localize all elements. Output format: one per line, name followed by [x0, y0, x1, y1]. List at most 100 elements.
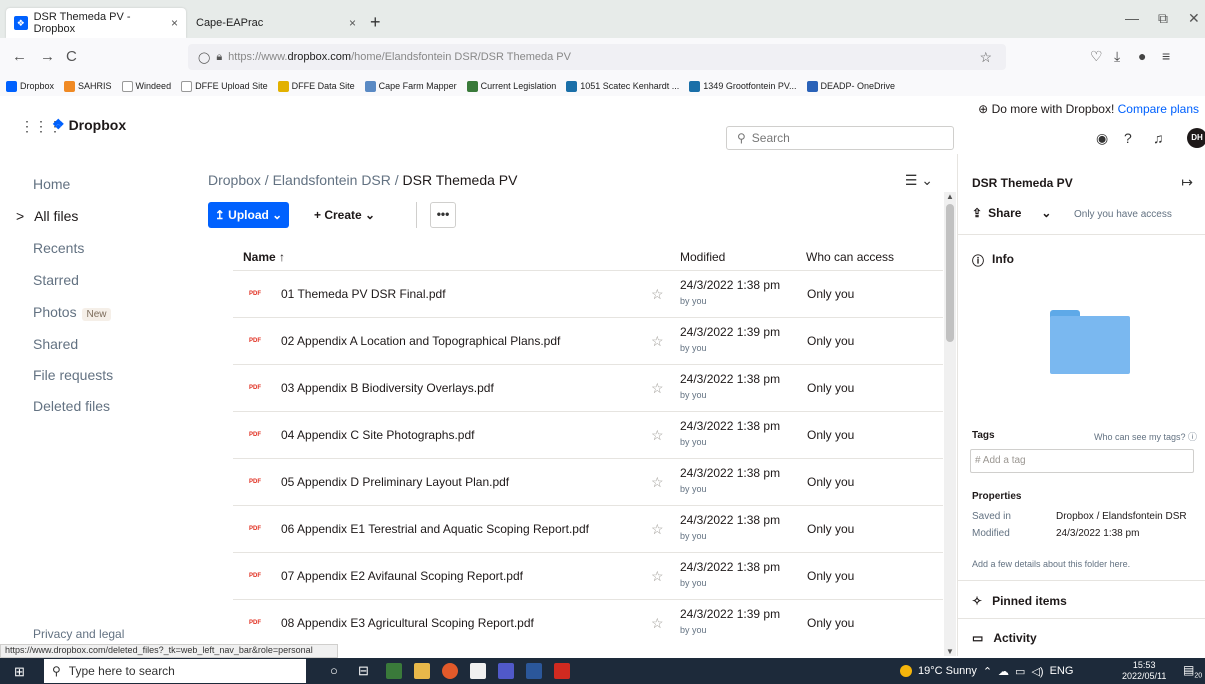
tray-expand-icon[interactable]: ⌃: [983, 665, 992, 678]
search-input[interactable]: ⚲ Search: [726, 126, 954, 150]
breadcrumb-path[interactable]: Dropbox / Elandsfontein DSR /: [208, 172, 403, 188]
file-row[interactable]: PDF 05 Appendix D Preliminary Layout Plan…: [233, 458, 943, 505]
star-icon[interactable]: ☆: [651, 474, 664, 491]
file-name[interactable]: 06 Appendix E1 Terestrial and Aquatic Sc…: [281, 522, 589, 536]
scroll-up-icon[interactable]: ▲: [946, 192, 954, 201]
star-icon[interactable]: ☆: [651, 380, 664, 397]
pocket-icon[interactable]: ♡: [1090, 48, 1103, 65]
pinned-items-section[interactable]: ✧ Pinned items: [972, 594, 1067, 608]
acrobat-icon[interactable]: [554, 663, 570, 679]
view-options-icon[interactable]: ☰ ⌄: [905, 172, 933, 189]
firefox-icon[interactable]: [442, 663, 458, 679]
dropbox-logo[interactable]: ❖ Dropbox: [52, 116, 126, 133]
compare-plans-link[interactable]: Compare plans: [1118, 102, 1199, 116]
file-name[interactable]: 03 Appendix B Biodiversity Overlays.pdf: [281, 381, 494, 395]
sidebar-item-recents[interactable]: Recents: [33, 240, 84, 256]
bookmark-item[interactable]: Dropbox: [6, 80, 54, 92]
help-icon[interactable]: ?: [1124, 130, 1132, 146]
star-icon[interactable]: ☆: [651, 615, 664, 632]
maps-app-icon[interactable]: [386, 663, 402, 679]
bookmark-item[interactable]: DFFE Data Site: [277, 80, 355, 92]
cortana-icon[interactable]: ○: [330, 663, 338, 678]
file-row[interactable]: PDF 07 Appendix E2 Avifaunal Scoping Repo…: [233, 552, 943, 599]
sidebar-item-photos[interactable]: Photos New: [33, 304, 111, 321]
bookmark-item[interactable]: Cape Farm Mapper: [364, 80, 457, 92]
clock[interactable]: 15:53 2022/05/11: [1122, 660, 1166, 682]
scroll-down-icon[interactable]: ▼: [946, 647, 954, 656]
more-options-button[interactable]: •••: [430, 202, 456, 228]
upload-button[interactable]: ↥ Upload ⌄: [208, 202, 289, 228]
new-tab-button[interactable]: +: [370, 12, 381, 33]
bookmark-item[interactable]: 1051 Scatec Kenhardt ...: [566, 80, 679, 92]
notifications-icon[interactable]: ▤20: [1183, 663, 1202, 679]
add-tag-input[interactable]: # Add a tag: [970, 449, 1194, 473]
network-icon[interactable]: ▭: [1015, 665, 1025, 678]
star-icon[interactable]: ☆: [651, 568, 664, 585]
address-bar[interactable]: ◯ 🔒︎ https://www. dropbox.com /home/Elan…: [188, 44, 1006, 70]
file-name[interactable]: 02 Appendix A Location and Topographical…: [281, 334, 560, 348]
star-icon[interactable]: ☆: [651, 286, 664, 303]
reload-icon[interactable]: C: [66, 48, 77, 65]
sidebar-item-deleted-files[interactable]: Deleted files: [33, 398, 110, 414]
bookmark-item[interactable]: DFFE Upload Site: [181, 80, 268, 92]
forward-icon[interactable]: →: [40, 48, 55, 65]
column-header-name[interactable]: Name ↑: [243, 244, 285, 270]
restore-icon[interactable]: ⧉: [1158, 10, 1168, 27]
star-icon[interactable]: ☆: [651, 333, 664, 350]
sidebar-item-file-requests[interactable]: File requests: [33, 367, 113, 383]
share-button[interactable]: ⇪ Share ⌄: [972, 206, 1051, 220]
scrollbar-thumb[interactable]: [946, 204, 954, 342]
word-icon[interactable]: [526, 663, 542, 679]
file-name[interactable]: 08 Appendix E3 Agricultural Scoping Repo…: [281, 616, 534, 630]
create-button[interactable]: + Create ⌄: [314, 202, 375, 228]
account-icon[interactable]: ●: [1138, 48, 1146, 64]
activity-section[interactable]: ▭ Activity: [972, 631, 1037, 645]
taskbar-search-input[interactable]: ⚲ Type here to search: [44, 659, 306, 683]
camera-icon[interactable]: ◉: [1096, 130, 1108, 147]
star-icon[interactable]: ☆: [651, 427, 664, 444]
scrollbar[interactable]: ▲ ▼: [944, 192, 956, 656]
close-window-icon[interactable]: ✕: [1188, 10, 1200, 27]
file-row[interactable]: PDF 08 Appendix E3 Agricultural Scoping R…: [233, 599, 943, 646]
star-icon[interactable]: ☆: [651, 521, 664, 538]
sidebar-item-shared[interactable]: Shared: [33, 336, 78, 352]
bookmark-item[interactable]: DEADP- OneDrive: [806, 80, 895, 92]
column-header-modified[interactable]: Modified: [680, 244, 725, 270]
bookmark-item[interactable]: Windeed: [121, 80, 171, 92]
notepad-icon[interactable]: [470, 663, 486, 679]
sidebar-item-home[interactable]: Home: [33, 176, 70, 192]
task-view-icon[interactable]: ⊟: [358, 663, 369, 679]
bookmark-star-icon[interactable]: ☆: [979, 49, 992, 66]
downloads-icon[interactable]: ⤓: [1114, 48, 1120, 65]
sidebar-item-starred[interactable]: Starred: [33, 272, 79, 288]
sidebar-item-all-files[interactable]: > All files: [16, 208, 78, 224]
back-icon[interactable]: ←: [12, 48, 27, 65]
onedrive-icon[interactable]: ☁: [998, 665, 1009, 678]
menu-icon[interactable]: ≡: [1162, 48, 1170, 64]
tags-help-link[interactable]: Who can see my tags? ⓘ: [1094, 430, 1197, 443]
weather-text[interactable]: 19°C Sunny: [918, 665, 977, 677]
collapse-panel-icon[interactable]: ↦: [1181, 174, 1193, 191]
file-row[interactable]: PDF 02 Appendix A Location and Topographi…: [233, 317, 943, 364]
tab-cape-eaprac[interactable]: Cape-EAPrac ×: [188, 8, 364, 38]
file-row[interactable]: PDF 04 Appendix C Site Photographs.pdf ☆ 24…: [233, 411, 943, 458]
file-name[interactable]: 01 Themeda PV DSR Final.pdf: [281, 287, 446, 301]
privacy-link[interactable]: Privacy and legal: [33, 627, 124, 641]
file-row[interactable]: PDF 01 Themeda PV DSR Final.pdf ☆ 24/3/2022…: [233, 270, 943, 317]
file-row[interactable]: PDF 03 Appendix B Biodiversity Overlays.p…: [233, 364, 943, 411]
info-section[interactable]: ⓘ Info: [972, 252, 1014, 269]
bookmark-item[interactable]: Current Legislation: [466, 80, 556, 92]
bell-icon[interactable]: ♫: [1153, 130, 1164, 146]
file-row[interactable]: PDF 06 Appendix E1 Terestrial and Aquatic…: [233, 505, 943, 552]
minimize-icon[interactable]: —: [1125, 10, 1139, 26]
language-indicator[interactable]: ENG: [1050, 665, 1074, 677]
bookmark-item[interactable]: 1349 Grootfontein PV...: [689, 80, 797, 92]
bookmark-item[interactable]: SAHRIS: [64, 80, 112, 92]
tab-dropbox[interactable]: ❖ DSR Themeda PV - Dropbox ×: [6, 8, 186, 38]
tab-close-icon[interactable]: ×: [171, 16, 178, 30]
column-header-access[interactable]: Who can access: [806, 244, 894, 270]
windows-start-icon[interactable]: ⊞: [14, 664, 25, 680]
tab-close-icon[interactable]: ×: [349, 16, 356, 30]
teams-icon[interactable]: [498, 663, 514, 679]
avatar[interactable]: DH: [1187, 128, 1205, 148]
